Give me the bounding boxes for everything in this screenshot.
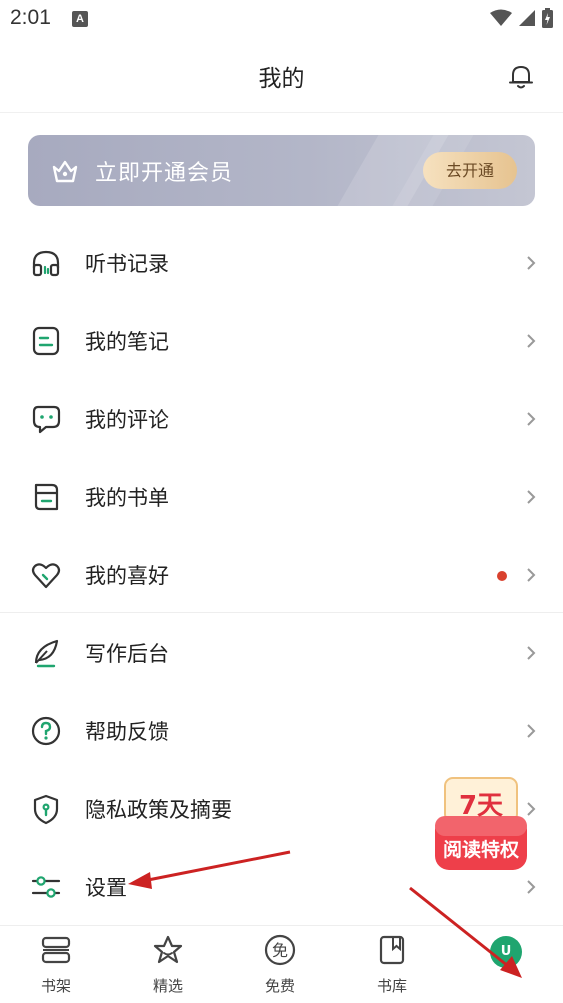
- menu-label: 隐私政策及摘要: [85, 798, 232, 822]
- vip-text: 立即开通会员: [95, 161, 234, 186]
- page-title: 我的: [258, 66, 305, 92]
- menu-item-my-comments[interactable]: 我的评论: [0, 380, 563, 458]
- bell-icon[interactable]: [507, 62, 535, 90]
- menu-label: 帮助反馈: [85, 720, 169, 744]
- chevron-right-icon: [527, 412, 536, 426]
- menu-label: 写作后台: [85, 642, 169, 666]
- tab-library[interactable]: 书库: [336, 926, 448, 1003]
- promo-line2: 阅读特权: [443, 838, 519, 861]
- avatar[interactable]: U: [490, 936, 522, 968]
- open-vip-button[interactable]: 去开通: [423, 152, 517, 189]
- red-dot-badge: [497, 571, 507, 581]
- chevron-right-icon: [527, 880, 536, 894]
- comment-icon: [32, 405, 61, 434]
- library-icon: [379, 935, 405, 965]
- promo-line1: 7天: [459, 791, 503, 821]
- tab-label: 精选: [152, 977, 183, 995]
- menu-label: 我的评论: [85, 408, 169, 432]
- booklist-icon: [34, 483, 59, 511]
- chevron-right-icon: [527, 256, 536, 270]
- menu-label: 设置: [85, 876, 127, 900]
- tab-label: 书库: [376, 977, 407, 995]
- free-icon-text: 免: [272, 941, 288, 960]
- menu-item-my-booklist[interactable]: 我的书单: [0, 458, 563, 536]
- menu-item-writing-backend[interactable]: 写作后台: [0, 614, 563, 692]
- star-icon: [153, 935, 183, 964]
- tab-free[interactable]: 免 免费: [224, 926, 336, 1003]
- menu-item-listening-history[interactable]: 听书记录: [0, 224, 563, 302]
- promo-reading-privilege-badge[interactable]: 7天 阅读特权: [431, 776, 531, 876]
- notification-icon: A: [72, 11, 88, 27]
- menu-item-help-feedback[interactable]: 帮助反馈: [0, 692, 563, 770]
- menu-item-my-preferences[interactable]: 我的喜好: [0, 536, 563, 614]
- header-divider: [0, 112, 563, 113]
- wifi-icon: [490, 9, 512, 26]
- status-bar: 2:01 A: [0, 0, 563, 40]
- battery-icon: [542, 8, 553, 28]
- menu-label: 听书记录: [85, 252, 169, 276]
- free-icon: 免: [264, 934, 296, 966]
- settings-sliders-icon: [31, 876, 61, 898]
- header: 我的: [0, 40, 563, 112]
- vip-banner[interactable]: 立即开通会员 去开通: [28, 135, 535, 206]
- promo-graphic: 7天 阅读特权: [435, 777, 527, 870]
- menu-item-my-notes[interactable]: 我的笔记: [0, 302, 563, 380]
- chevron-right-icon: [527, 490, 536, 504]
- tab-bookshelf[interactable]: 书架: [0, 926, 112, 1003]
- tab-featured[interactable]: 精选: [112, 926, 224, 1003]
- bookshelf-icon: [41, 936, 71, 964]
- tab-label: 免费: [264, 977, 295, 995]
- signal-icon: [519, 10, 535, 26]
- chevron-right-icon: [527, 568, 536, 582]
- menu-label: 我的笔记: [85, 330, 169, 354]
- chevron-right-icon: [527, 334, 536, 348]
- heart-icon: [31, 563, 61, 589]
- tab-label: 书架: [40, 977, 71, 995]
- section-divider: [0, 612, 563, 613]
- note-icon: [32, 326, 60, 356]
- headphones-icon: [32, 250, 60, 277]
- menu-label: 我的喜好: [85, 564, 169, 588]
- chevron-right-icon: [527, 646, 536, 660]
- help-icon: [31, 716, 61, 746]
- menu-label: 我的书单: [85, 486, 169, 510]
- crown-icon: [52, 160, 78, 183]
- chevron-right-icon: [527, 724, 536, 738]
- shield-icon: [33, 794, 59, 825]
- status-time: 2:01: [10, 6, 51, 29]
- bottom-tab-bar: 书架 精选 免 免费 书库: [0, 925, 563, 1003]
- feather-icon: [34, 639, 59, 668]
